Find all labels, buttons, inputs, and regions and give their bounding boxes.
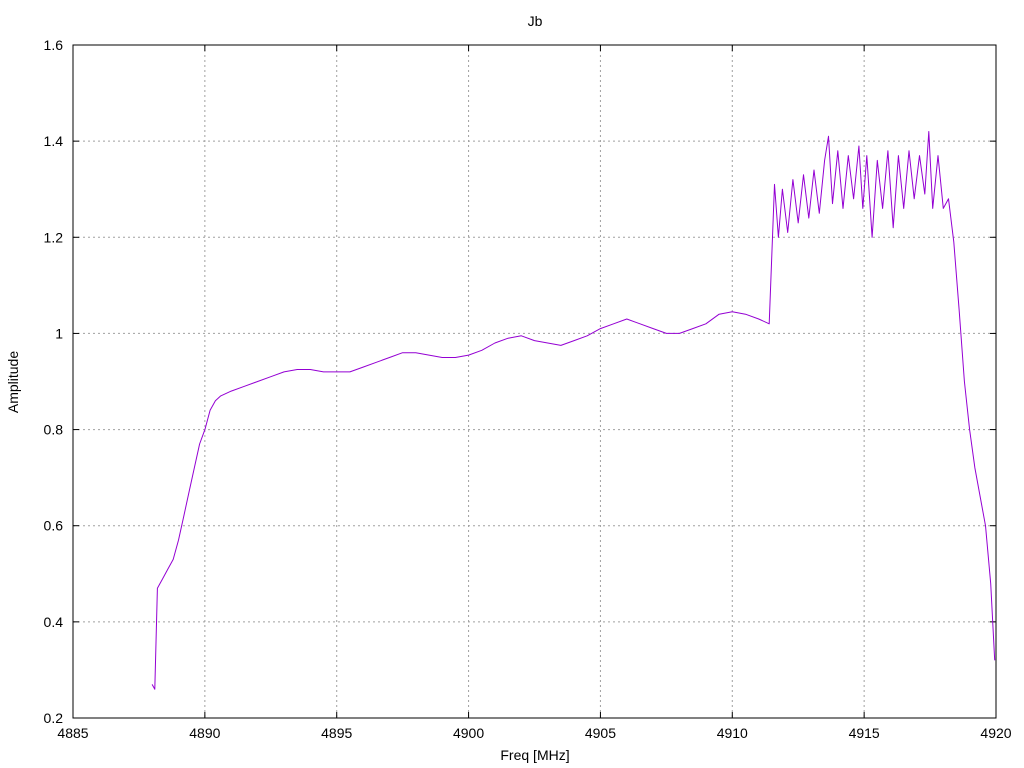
x-tick-label: 4915 xyxy=(849,725,880,741)
y-tick-label: 1.6 xyxy=(44,37,64,53)
y-tick-label: 1.2 xyxy=(44,229,64,245)
chart-title: Jb xyxy=(528,13,543,29)
x-tick-label: 4910 xyxy=(717,725,748,741)
x-axis-label: Freq [MHz] xyxy=(500,747,569,763)
chart-background xyxy=(0,0,1024,768)
y-tick-label: 1 xyxy=(55,325,63,341)
y-tick-label: 1.4 xyxy=(44,133,64,149)
y-axis-label: Amplitude xyxy=(5,351,21,413)
y-tick-label: 0.6 xyxy=(44,518,64,534)
x-tick-label: 4900 xyxy=(453,725,484,741)
y-tick-label: 0.4 xyxy=(44,614,64,630)
y-tick-label: 0.2 xyxy=(44,710,64,726)
x-tick-label: 4905 xyxy=(585,725,616,741)
x-tick-label: 4920 xyxy=(980,725,1011,741)
x-tick-label: 4895 xyxy=(321,725,352,741)
y-tick-label: 0.8 xyxy=(44,422,64,438)
x-tick-label: 4885 xyxy=(57,725,88,741)
x-tick-label: 4890 xyxy=(189,725,220,741)
amplitude-line-chart: 4885 4890 4895 4900 4905 4910 4915 4920 0.2 0.4 0.… xyxy=(0,0,1024,768)
